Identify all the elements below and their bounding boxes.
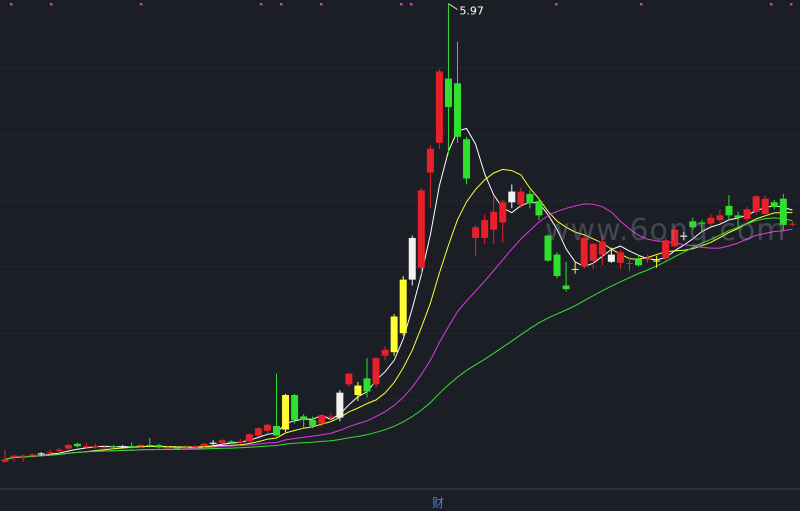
candle-body-51 [463,139,471,179]
candle-body-50 [454,83,461,137]
candle-body-2 [19,455,27,457]
candle-body-40 [363,378,371,392]
top-marker-1 [50,3,53,6]
candle-body-29 [263,424,271,431]
candle-body-83 [752,196,760,212]
candle-body-84 [761,198,769,215]
candle-body-26 [236,441,244,443]
candle-body-20 [182,447,190,449]
top-marker-8 [555,3,558,6]
candle-body-62 [562,285,570,290]
candle-body-9 [82,446,90,448]
candle-body-18 [164,447,172,449]
footer-label[interactable]: 财 [432,494,444,511]
candle-body-33 [300,416,308,421]
candle-body-58 [526,193,534,204]
candle-body-19 [173,447,181,449]
candle-body-43 [390,316,398,353]
candle-body-32 [291,395,299,421]
top-marker-3 [260,3,263,6]
ma-line-1 [4,127,793,460]
candle-body-41 [372,358,380,385]
candle-body-12 [110,446,118,448]
candle-body-13 [119,446,127,448]
top-marker-7 [410,3,413,6]
top-marker-0 [10,3,13,6]
candle-body-34 [309,420,317,426]
candle-body-21 [191,446,199,448]
candle-body-54 [490,211,498,230]
candle-body-36 [327,416,335,418]
candle-body-11 [101,447,109,449]
candle-body-1 [10,455,18,457]
candle-body-38 [345,373,353,385]
candle-body-49 [444,78,452,108]
ma-line-4 [4,217,793,460]
candlestick-chart: 5.97 [0,3,800,490]
candle-body-68 [616,252,624,263]
candle-body-53 [481,220,489,238]
candle-body-35 [318,415,326,424]
candle-body-25 [227,441,235,443]
candle-body-30 [273,425,280,436]
candle-body-55 [499,202,507,223]
candle-body-72 [653,260,661,262]
candle-body-85 [770,202,778,208]
candle-body-4 [37,453,45,455]
candle-body-0 [1,459,9,462]
candle-body-24 [218,440,226,443]
peak-label: 5.97 [459,5,484,18]
candle-body-59 [535,201,543,216]
top-marker-10 [770,3,773,6]
candle-body-44 [399,279,407,334]
candle-body-52 [472,227,480,238]
candle-body-61 [553,254,561,277]
candle-body-37 [336,392,344,418]
candle-body-56 [508,191,516,203]
candle-body-67 [607,254,615,262]
candle-body-39 [354,385,362,396]
candle-body-7 [64,445,72,449]
peak-pointer [448,3,458,10]
candle-body-45 [408,237,416,280]
candle-body-42 [381,349,389,356]
candle-body-46 [417,190,425,268]
candle-body-63 [571,268,579,270]
candle-body-71 [644,258,652,260]
candle-body-57 [517,191,525,205]
candle-body-3 [28,454,36,456]
top-marker-5 [320,3,323,6]
candle-body-17 [155,445,163,448]
candle-body-14 [128,446,136,448]
candle-body-48 [435,71,443,143]
candle-body-22 [200,443,208,447]
candle-body-47 [426,148,434,173]
candle-body-15 [137,445,145,447]
candle-body-23 [209,442,217,444]
candle-body-16 [146,445,154,447]
top-marker-2 [140,3,143,6]
top-marker-4 [280,3,283,6]
candle-body-69 [625,262,633,264]
candle-body-10 [92,446,99,448]
candle-body-70 [635,259,642,266]
top-marker-6 [400,3,403,6]
candle-body-8 [73,443,81,447]
candle-body-28 [254,428,262,436]
candle-body-87 [788,223,796,225]
candle-body-5 [46,452,54,454]
top-marker-11 [790,3,793,6]
candle-body-6 [55,449,63,451]
candle-body-27 [245,434,253,442]
candle-body-31 [282,395,290,430]
top-marker-9 [640,3,643,6]
watermark: www.6ong.com [545,213,787,248]
